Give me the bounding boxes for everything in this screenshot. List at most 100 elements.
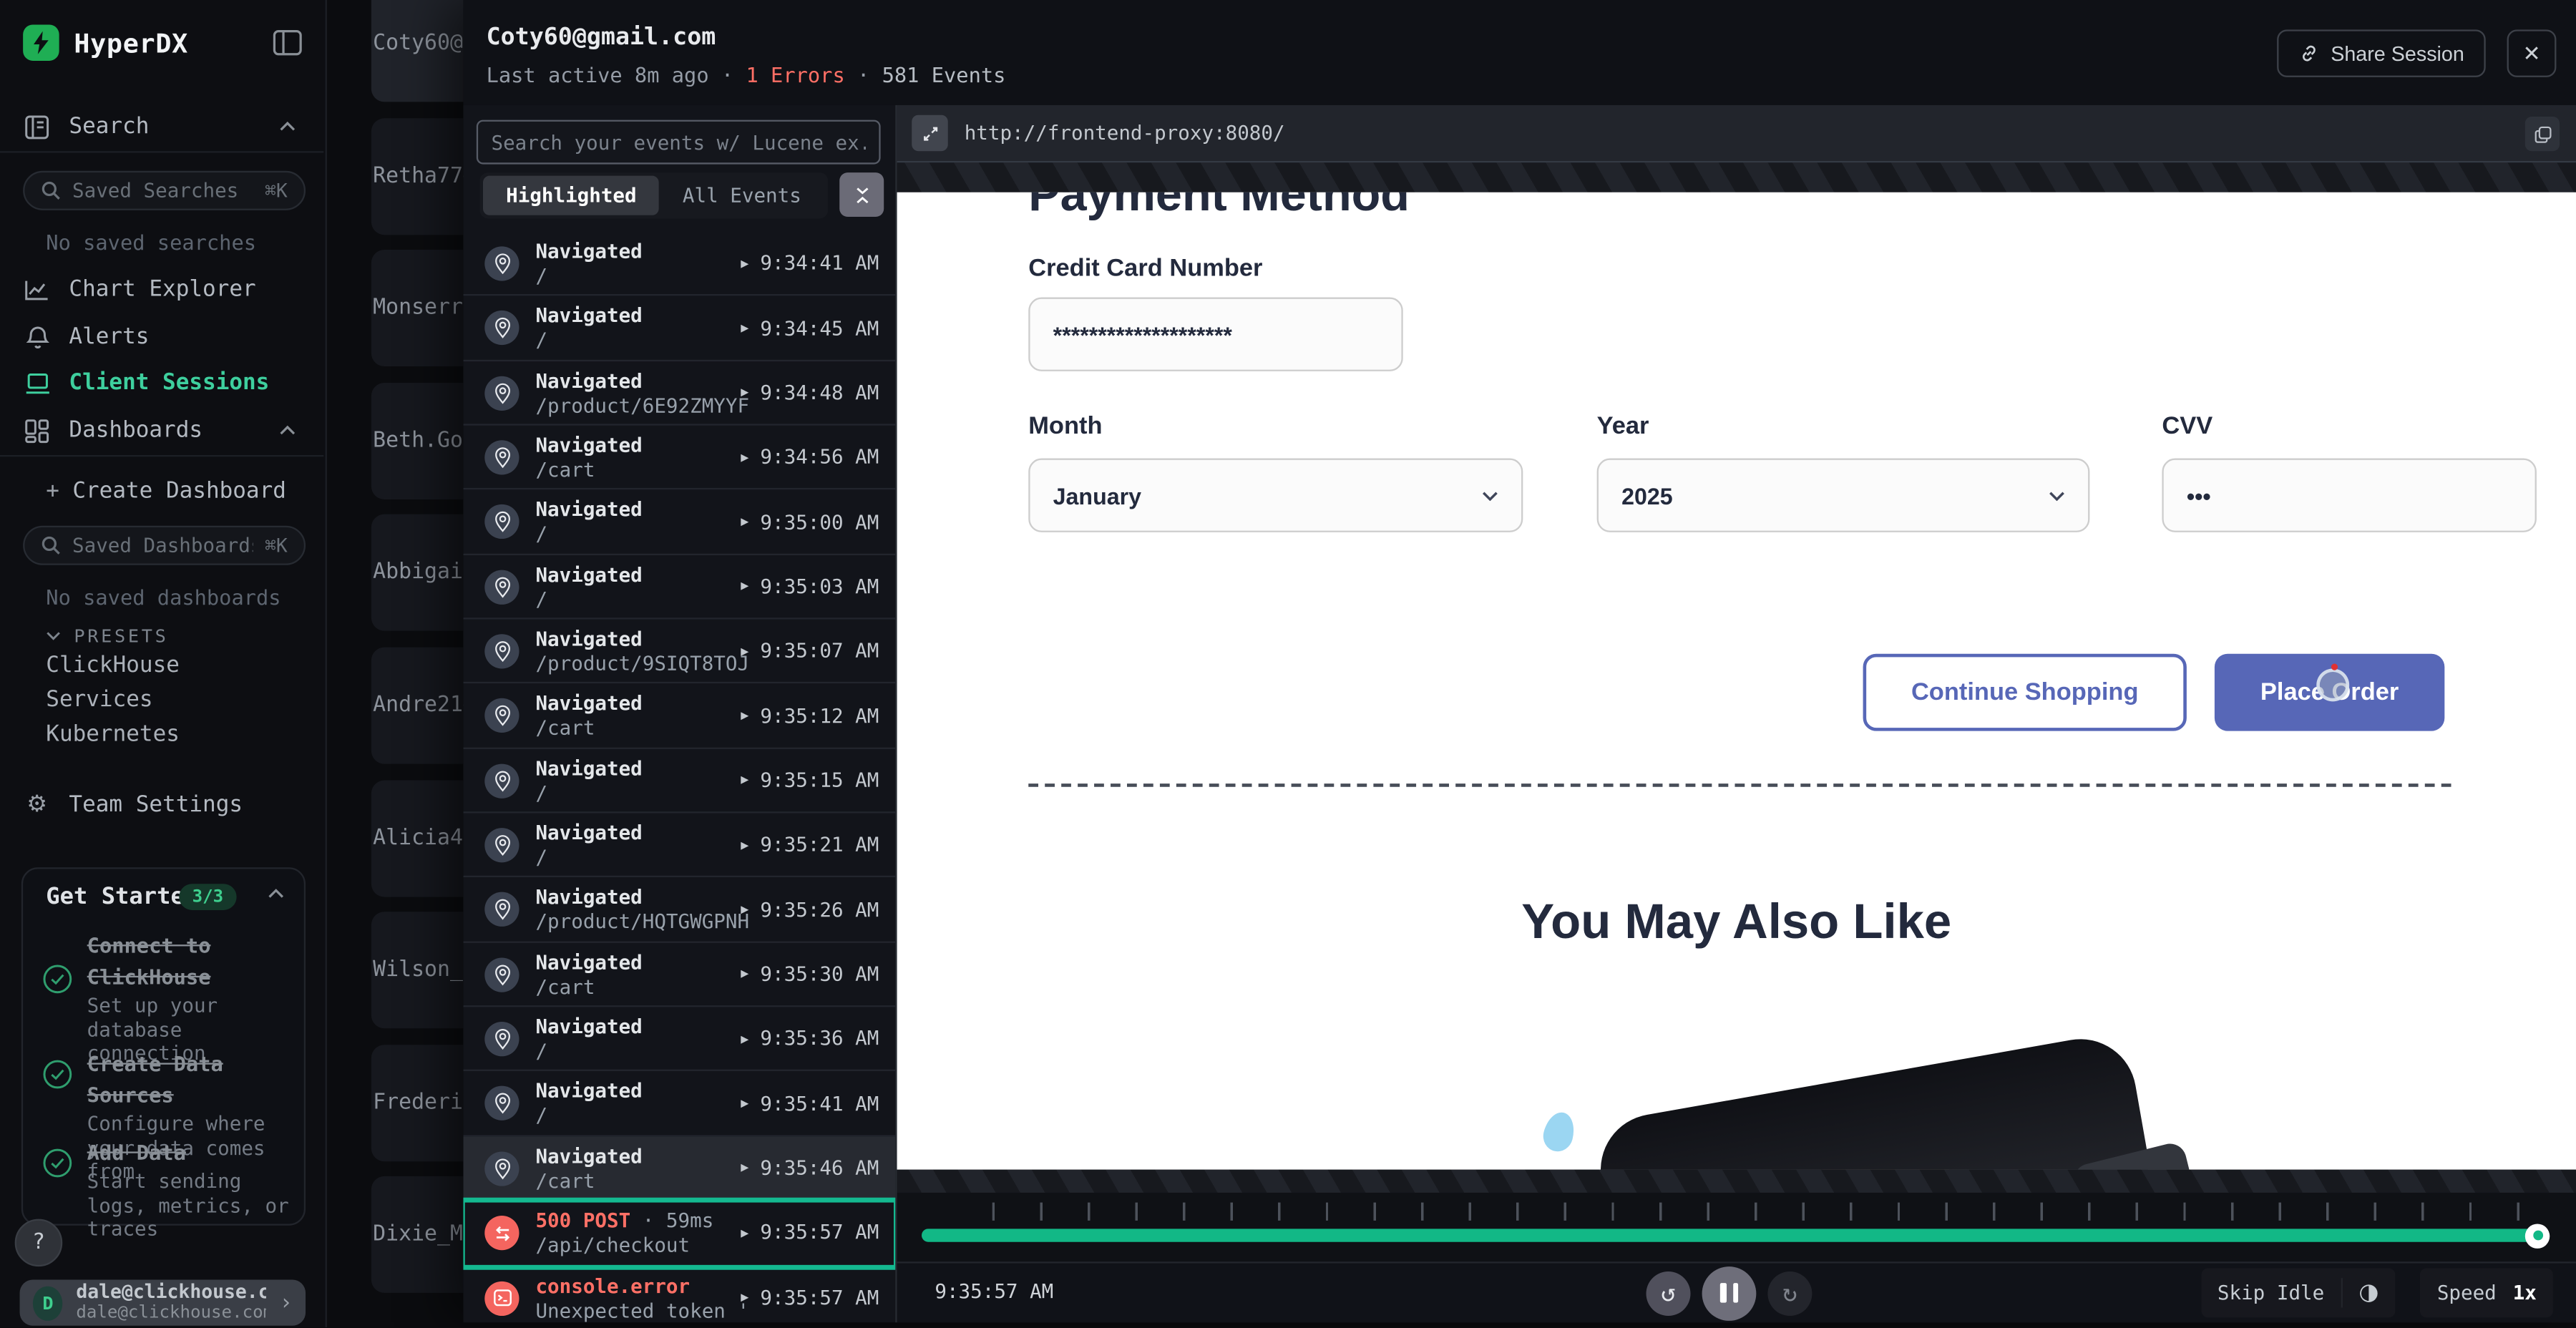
event-time: 9:35:15 AM [760,768,879,791]
play-from-here-icon[interactable]: ▶ [741,837,748,852]
timeline-playhead[interactable] [2525,1223,2550,1247]
play-from-here-icon[interactable]: ▶ [741,1290,748,1305]
get-started-step[interactable]: Add DataStart sending logs, metrics, or … [43,1135,289,1241]
preset-services[interactable]: Services [46,687,152,713]
presets-toggle[interactable]: PRESETS [0,615,326,658]
saved-searches-placeholder: Saved Searches [72,179,253,202]
play-from-here-icon[interactable]: ▶ [741,967,748,982]
chevron-up-icon[interactable] [268,889,284,899]
play-from-here-icon[interactable]: ▶ [741,514,748,529]
play-from-here-icon[interactable]: ▶ [741,643,748,658]
play-from-here-icon[interactable]: ▶ [741,449,748,464]
replay-restart-button[interactable]: ↻ [1767,1271,1812,1315]
get-started-panel: Get Started 3/3 Connect to ClickHouseSet… [21,867,306,1226]
session-email: Coty60@g [371,31,464,56]
skip-idle-control[interactable]: Skip Idle ◑ [2201,1268,2395,1317]
event-row[interactable]: console.error Unexpected token 'I'… ▶ 9:… [463,1266,895,1322]
play-from-here-icon[interactable]: ▶ [741,321,748,336]
play-from-here-icon[interactable]: ▶ [741,902,748,917]
event-time: 9:35:36 AM [760,1027,879,1050]
sidebar-item-chart-explorer[interactable]: Chart Explorer [0,268,326,311]
session-card[interactable]: Retha77@ [371,117,464,234]
sidebar-item-client-sessions[interactable]: Client Sessions [0,361,326,404]
saved-dashboards-input[interactable]: Saved Dashboards ⌘K [23,526,306,565]
get-started-step[interactable]: Connect to ClickHouseSet up your databas… [43,928,289,1066]
sidebar-item-alerts[interactable]: Alerts [0,316,326,358]
skip-idle-toggle-icon[interactable]: ◑ [2358,1280,2379,1307]
letterbox-stripes [897,1170,2576,1193]
play-from-here-icon[interactable]: ▶ [741,773,748,788]
session-card[interactable]: Monserra [371,250,464,366]
event-title: Navigated [535,499,642,522]
location-pin-icon [484,570,519,604]
session-card[interactable]: Wilson_H [371,912,464,1029]
play-from-here-icon[interactable]: ▶ [741,1031,748,1046]
events-search-input[interactable] [477,120,881,165]
user-menu[interactable]: D dale@clickhouse.com dale@clickhouse.co… [20,1280,306,1326]
saved-searches-input[interactable]: Saved Searches ⌘K [23,171,306,210]
create-dashboard-button[interactable]: + Create Dashboard [0,470,326,513]
event-row[interactable]: Navigated /product/6E92ZMYYFZ ▶ 9:34:48 … [463,361,895,425]
collapse-events-button[interactable] [839,172,884,217]
session-card[interactable]: Frederic [371,1045,464,1161]
pause-button[interactable] [1702,1266,1757,1320]
session-card[interactable]: Beth.Gol [371,382,464,499]
event-row[interactable]: Navigated / ▶ 9:35:41 AM [463,1072,895,1136]
sidebar-item-team-settings[interactable]: ⚙ Team Settings [0,783,326,826]
location-pin-icon [484,893,519,927]
cvv-label: CVV [2162,412,2212,440]
event-subtitle: /cart [535,1169,595,1192]
event-row[interactable]: Navigated / ▶ 9:35:03 AM [463,555,895,619]
event-row[interactable]: Navigated / ▶ 9:34:41 AM [463,232,895,296]
event-row[interactable]: Navigated / ▶ 9:35:15 AM [463,748,895,813]
event-row[interactable]: Navigated / ▶ 9:34:45 AM [463,296,895,361]
event-row[interactable]: Navigated /cart ▶ 9:35:12 AM [463,684,895,748]
event-row[interactable]: Navigated /cart ▶ 9:34:56 AM [463,426,895,490]
speed-control[interactable]: Speed 1x [2421,1268,2553,1317]
replay-timeline[interactable] [897,1193,2576,1261]
play-from-here-icon[interactable]: ▶ [741,579,748,594]
event-time: 9:35:03 AM [760,575,879,597]
preset-kubernetes[interactable]: Kubernetes [46,721,180,748]
play-from-here-icon[interactable]: ▶ [741,255,748,270]
event-title: Navigated [535,951,642,974]
event-row[interactable]: 500 POST · 59ms /api/checkout ▶ 9:35:57 … [463,1201,895,1266]
session-card[interactable]: Alicia42 [371,780,464,897]
event-row[interactable]: Navigated / ▶ 9:35:21 AM [463,814,895,878]
play-from-here-icon[interactable]: ▶ [741,1161,748,1176]
share-session-button[interactable]: Share Session [2276,29,2485,77]
expand-replay-button[interactable] [912,115,948,152]
location-pin-icon [484,311,519,346]
logo[interactable]: HyperDX [23,24,188,61]
rewind-button[interactable]: ↺ [1646,1271,1691,1315]
speed-value: 1x [2513,1281,2537,1304]
event-row[interactable]: Navigated /cart ▶ 9:35:46 AM [463,1136,895,1201]
session-card[interactable]: Andre21@ [371,648,464,764]
timeline-progress-bar[interactable] [922,1229,2542,1241]
tab-all-events[interactable]: All Events [660,176,824,215]
close-button[interactable]: ✕ [2507,29,2557,77]
play-from-here-icon[interactable]: ▶ [741,708,748,723]
continue-shopping-button: Continue Shopping [1863,654,2187,731]
play-from-here-icon[interactable]: ▶ [741,385,748,400]
event-row[interactable]: Navigated /cart ▶ 9:35:30 AM [463,942,895,1007]
help-button[interactable]: ? [15,1219,63,1267]
open-in-new-button[interactable] [2525,117,2560,151]
event-row[interactable]: Navigated / ▶ 9:35:00 AM [463,490,895,555]
sidebar-item-search[interactable]: Search [0,105,326,148]
play-from-here-icon[interactable]: ▶ [741,1096,748,1111]
event-row[interactable]: Navigated / ▶ 9:35:36 AM [463,1007,895,1072]
sidebar-collapse-icon[interactable] [273,29,302,56]
event-row[interactable]: Navigated /product/9SIQT8TOJO ▶ 9:35:07 … [463,620,895,684]
play-from-here-icon[interactable]: ▶ [741,1225,748,1240]
tab-highlighted[interactable]: Highlighted [483,176,660,215]
event-row[interactable]: Navigated /product/HQTGWGPNH4 ▶ 9:35:26 … [463,878,895,942]
session-card[interactable]: Coty60@g [371,0,464,102]
sidebar-item-dashboards[interactable]: Dashboards [0,409,326,452]
events-panel: Highlighted All Events [463,105,895,1322]
session-card[interactable]: Dixie_Mc [371,1177,464,1294]
location-pin-icon [484,440,519,474]
session-card[interactable]: Abbigail [371,515,464,632]
share-session-label: Share Session [2331,42,2464,65]
preset-clickhouse[interactable]: ClickHouse [46,652,180,678]
